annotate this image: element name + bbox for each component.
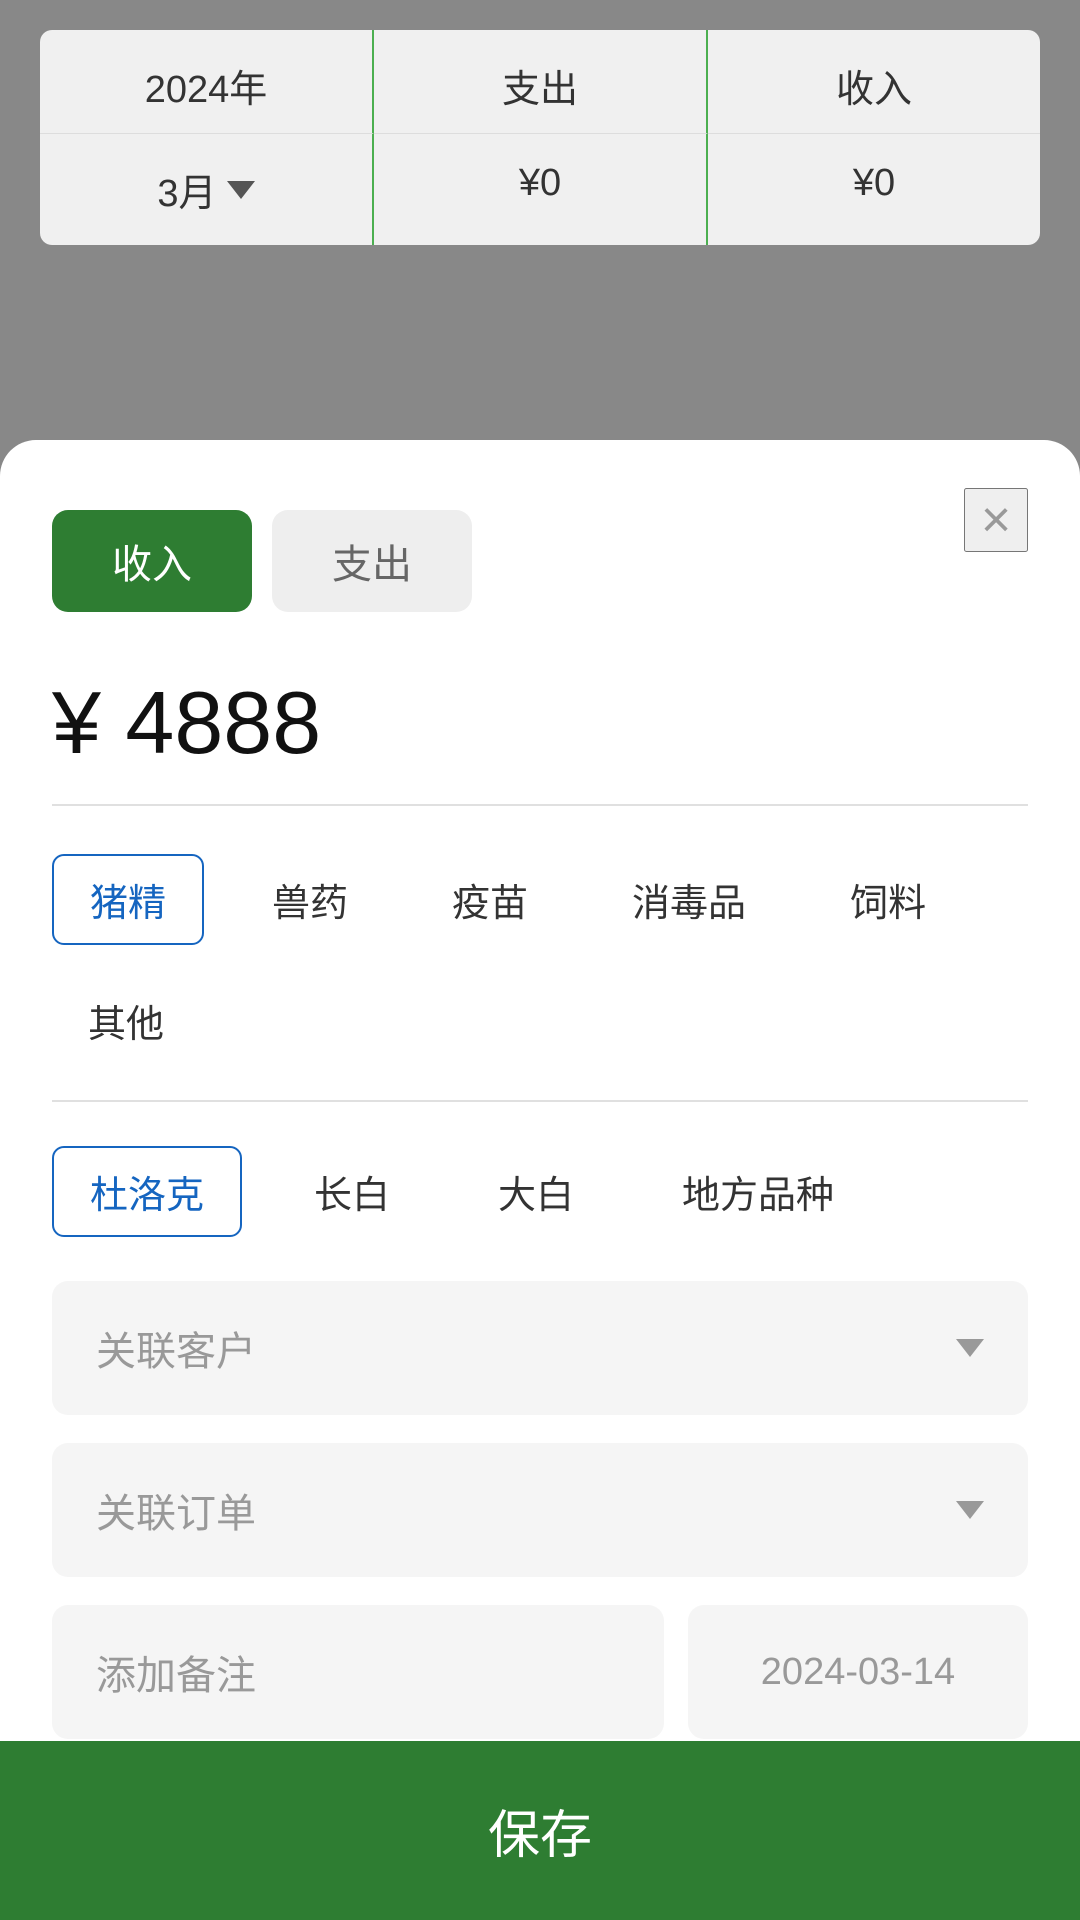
customer-dropdown[interactable]: 关联客户 [52, 1281, 1028, 1415]
order-dropdown[interactable]: 关联订单 [52, 1443, 1028, 1577]
subcategory-chip-1[interactable]: 长白 [278, 1148, 426, 1235]
category-chips: 猪精 兽药 疫苗 消毒品 饲料 其他 [52, 854, 1028, 1064]
bottom-row: 添加备注 2024-03-14 [52, 1605, 1028, 1739]
close-button[interactable]: × [964, 488, 1028, 552]
category-chip-0[interactable]: 猪精 [52, 854, 204, 945]
amount-display: ¥ 4888 [52, 672, 1028, 806]
month-chevron-icon [227, 181, 255, 199]
subcategory-chip-2[interactable]: 大白 [462, 1148, 610, 1235]
save-button[interactable]: 保存 [0, 1741, 1080, 1920]
expenditure-header: 支出 [374, 30, 708, 134]
date-field[interactable]: 2024-03-14 [688, 1605, 1028, 1739]
category-chip-1[interactable]: 兽药 [236, 856, 384, 943]
order-chevron-icon [956, 1501, 984, 1519]
subcategory-chip-0[interactable]: 杜洛克 [52, 1146, 242, 1237]
income-value: ¥0 [708, 134, 1040, 245]
customer-label: 关联客户 [96, 1319, 256, 1377]
note-field[interactable]: 添加备注 [52, 1605, 664, 1739]
month-selector[interactable]: 3月 [40, 134, 374, 245]
expenditure-value: ¥0 [374, 134, 708, 245]
category-chip-4[interactable]: 饲料 [814, 856, 962, 943]
tab-income[interactable]: 收入 [52, 510, 252, 612]
category-section: 猪精 兽药 疫苗 消毒品 饲料 其他 [52, 854, 1028, 1102]
subcategory-section: 杜洛克 长白 大白 地方品种 [52, 1146, 1028, 1281]
income-header: 收入 [708, 30, 1040, 134]
tab-expenditure[interactable]: 支出 [272, 510, 472, 612]
category-chip-5[interactable]: 其他 [52, 977, 200, 1064]
year-label: 2024年 [40, 30, 374, 134]
modal-sheet: × 收入 支出 ¥ 4888 猪精 兽药 疫苗 消毒品 饲料 其他 杜洛克 长白… [0, 440, 1080, 1920]
tab-row: 收入 支出 [52, 510, 1028, 612]
order-label: 关联订单 [96, 1481, 256, 1539]
customer-chevron-icon [956, 1339, 984, 1357]
category-chip-2[interactable]: 疫苗 [416, 856, 564, 943]
subcategory-chip-3[interactable]: 地方品种 [646, 1148, 870, 1235]
category-chip-3[interactable]: 消毒品 [596, 856, 782, 943]
